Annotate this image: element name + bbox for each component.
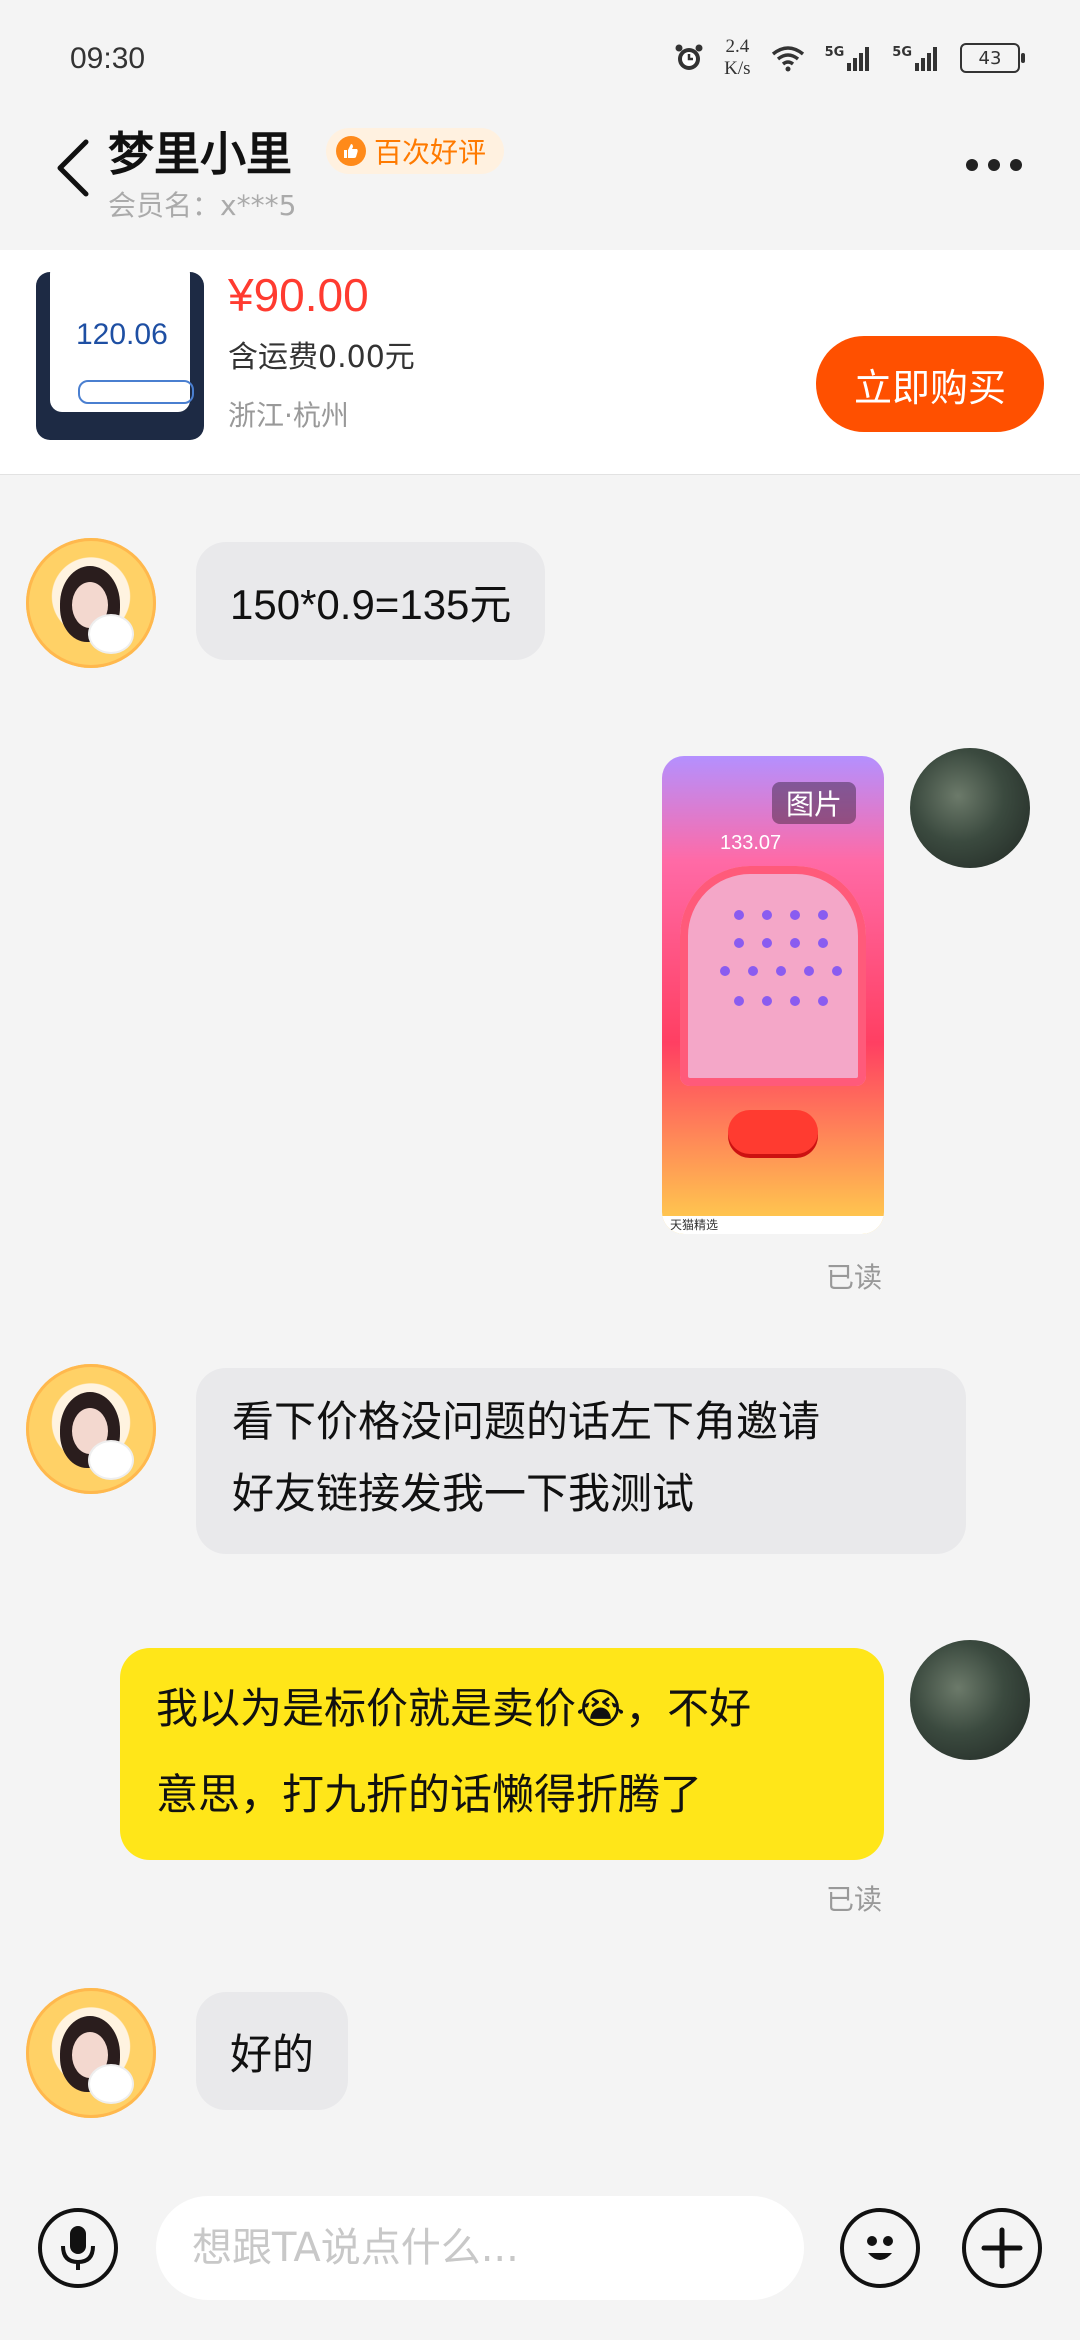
signal-1: 5G — [825, 45, 873, 71]
read-status: 已读 — [826, 1261, 883, 1294]
alarm-icon — [675, 44, 703, 70]
message-bubble-incoming[interactable]: 好的 — [196, 1992, 349, 2110]
product-thumbnail[interactable]: 120.06 — [36, 272, 204, 440]
more-icon — [966, 159, 978, 171]
message-text-line: 好友链接发我一下我测试 — [232, 1469, 695, 1518]
thumbs-up-icon — [336, 136, 366, 166]
image-message[interactable]: 图片 133.07 天猫精选 — [662, 756, 884, 1234]
message-text-line: 我以为是标价就是卖价😭，不好 — [156, 1666, 848, 1752]
message-text: 我以为是标价就是卖价 — [156, 1684, 577, 1733]
product-thumbnail-value: 120.06 — [76, 318, 168, 351]
more-actions-button[interactable] — [962, 2208, 1042, 2288]
message-bubble-incoming[interactable]: 看下价格没问题的话左下角邀请 好友链接发我一下我测试 — [196, 1368, 966, 1554]
status-icons: 2.4 K/s 5G 5G 43 — [674, 36, 1025, 80]
message-text-line: 意思，打九折的话懒得折腾了 — [156, 1770, 703, 1819]
image-label: 图片 — [772, 782, 856, 824]
back-button[interactable] — [52, 138, 96, 198]
seller-avatar[interactable] — [26, 1988, 156, 2118]
message-input[interactable] — [156, 2196, 804, 2300]
product-shipping: 含运费0.00元 — [228, 340, 415, 375]
back-icon — [57, 139, 89, 197]
signal-icon — [915, 47, 937, 71]
message-text: ，不好 — [625, 1684, 752, 1733]
more-button[interactable] — [966, 150, 1036, 180]
network-type-2: 5G — [892, 45, 912, 60]
divider — [0, 474, 1080, 475]
review-badge: 百次好评 — [326, 128, 505, 174]
emoji-button[interactable] — [840, 2208, 920, 2288]
battery-level: 43 — [978, 47, 1002, 69]
status-time: 09:30 — [70, 42, 146, 75]
read-status: 已读 — [826, 1883, 883, 1916]
microphone-icon — [61, 2226, 95, 2270]
product-location: 浙江·杭州 — [228, 399, 349, 432]
review-badge-label: 百次好评 — [374, 136, 487, 169]
plus-icon — [981, 2227, 1023, 2269]
image-footer: 天猫精选 — [662, 1216, 884, 1234]
signal-icon — [847, 47, 870, 71]
product-thumbnail-button — [78, 380, 194, 404]
image-launch-button — [728, 1110, 818, 1154]
chat-title: 梦里小里 — [108, 127, 292, 181]
wifi-icon — [771, 46, 804, 72]
voice-button[interactable] — [38, 2208, 118, 2288]
buy-now-button[interactable]: 立即购买 — [816, 336, 1044, 432]
emoji-icon — [867, 2236, 893, 2260]
message-text: 好的 — [230, 2029, 315, 2079]
message-text-line: 看下价格没问题的话左下角邀请 — [232, 1397, 821, 1446]
image-game-board — [680, 866, 866, 1086]
more-icon-dot — [1010, 159, 1022, 171]
avatar-pet — [90, 616, 132, 652]
network-speed-value: 2.4 — [725, 36, 750, 57]
signal-2: 5G — [892, 45, 940, 71]
product-price: ¥90.00 — [228, 269, 369, 321]
my-avatar[interactable] — [910, 748, 1030, 868]
member-name: 会员名：x***5 — [108, 189, 297, 222]
my-avatar[interactable] — [910, 1640, 1030, 1760]
more-icon-dot — [988, 159, 1000, 171]
product-card[interactable]: 120.06 ¥90.00 含运费0.00元 浙江·杭州 立即购买 — [0, 250, 1080, 474]
message-text: 150*0.9=135元 — [230, 580, 512, 628]
avatar-pet — [90, 1442, 132, 1478]
crying-emoji-icon: 😭 — [576, 1684, 626, 1733]
message-bubble-outgoing[interactable]: 我以为是标价就是卖价😭，不好 意思，打九折的话懒得折腾了 — [120, 1648, 884, 1860]
network-speed: 2.4 K/s — [724, 36, 750, 80]
seller-avatar[interactable] — [26, 538, 156, 668]
battery-indicator: 43 — [960, 43, 1025, 73]
message-bubble-incoming[interactable]: 150*0.9=135元 — [196, 542, 546, 660]
product-thumbnail-screen: 120.06 — [50, 272, 194, 412]
network-type-1: 5G — [824, 45, 845, 60]
image-amount: 133.07 — [720, 832, 782, 854]
network-speed-unit: K/s — [724, 58, 751, 79]
seller-avatar[interactable] — [26, 1364, 156, 1494]
avatar-pet — [90, 2066, 132, 2102]
